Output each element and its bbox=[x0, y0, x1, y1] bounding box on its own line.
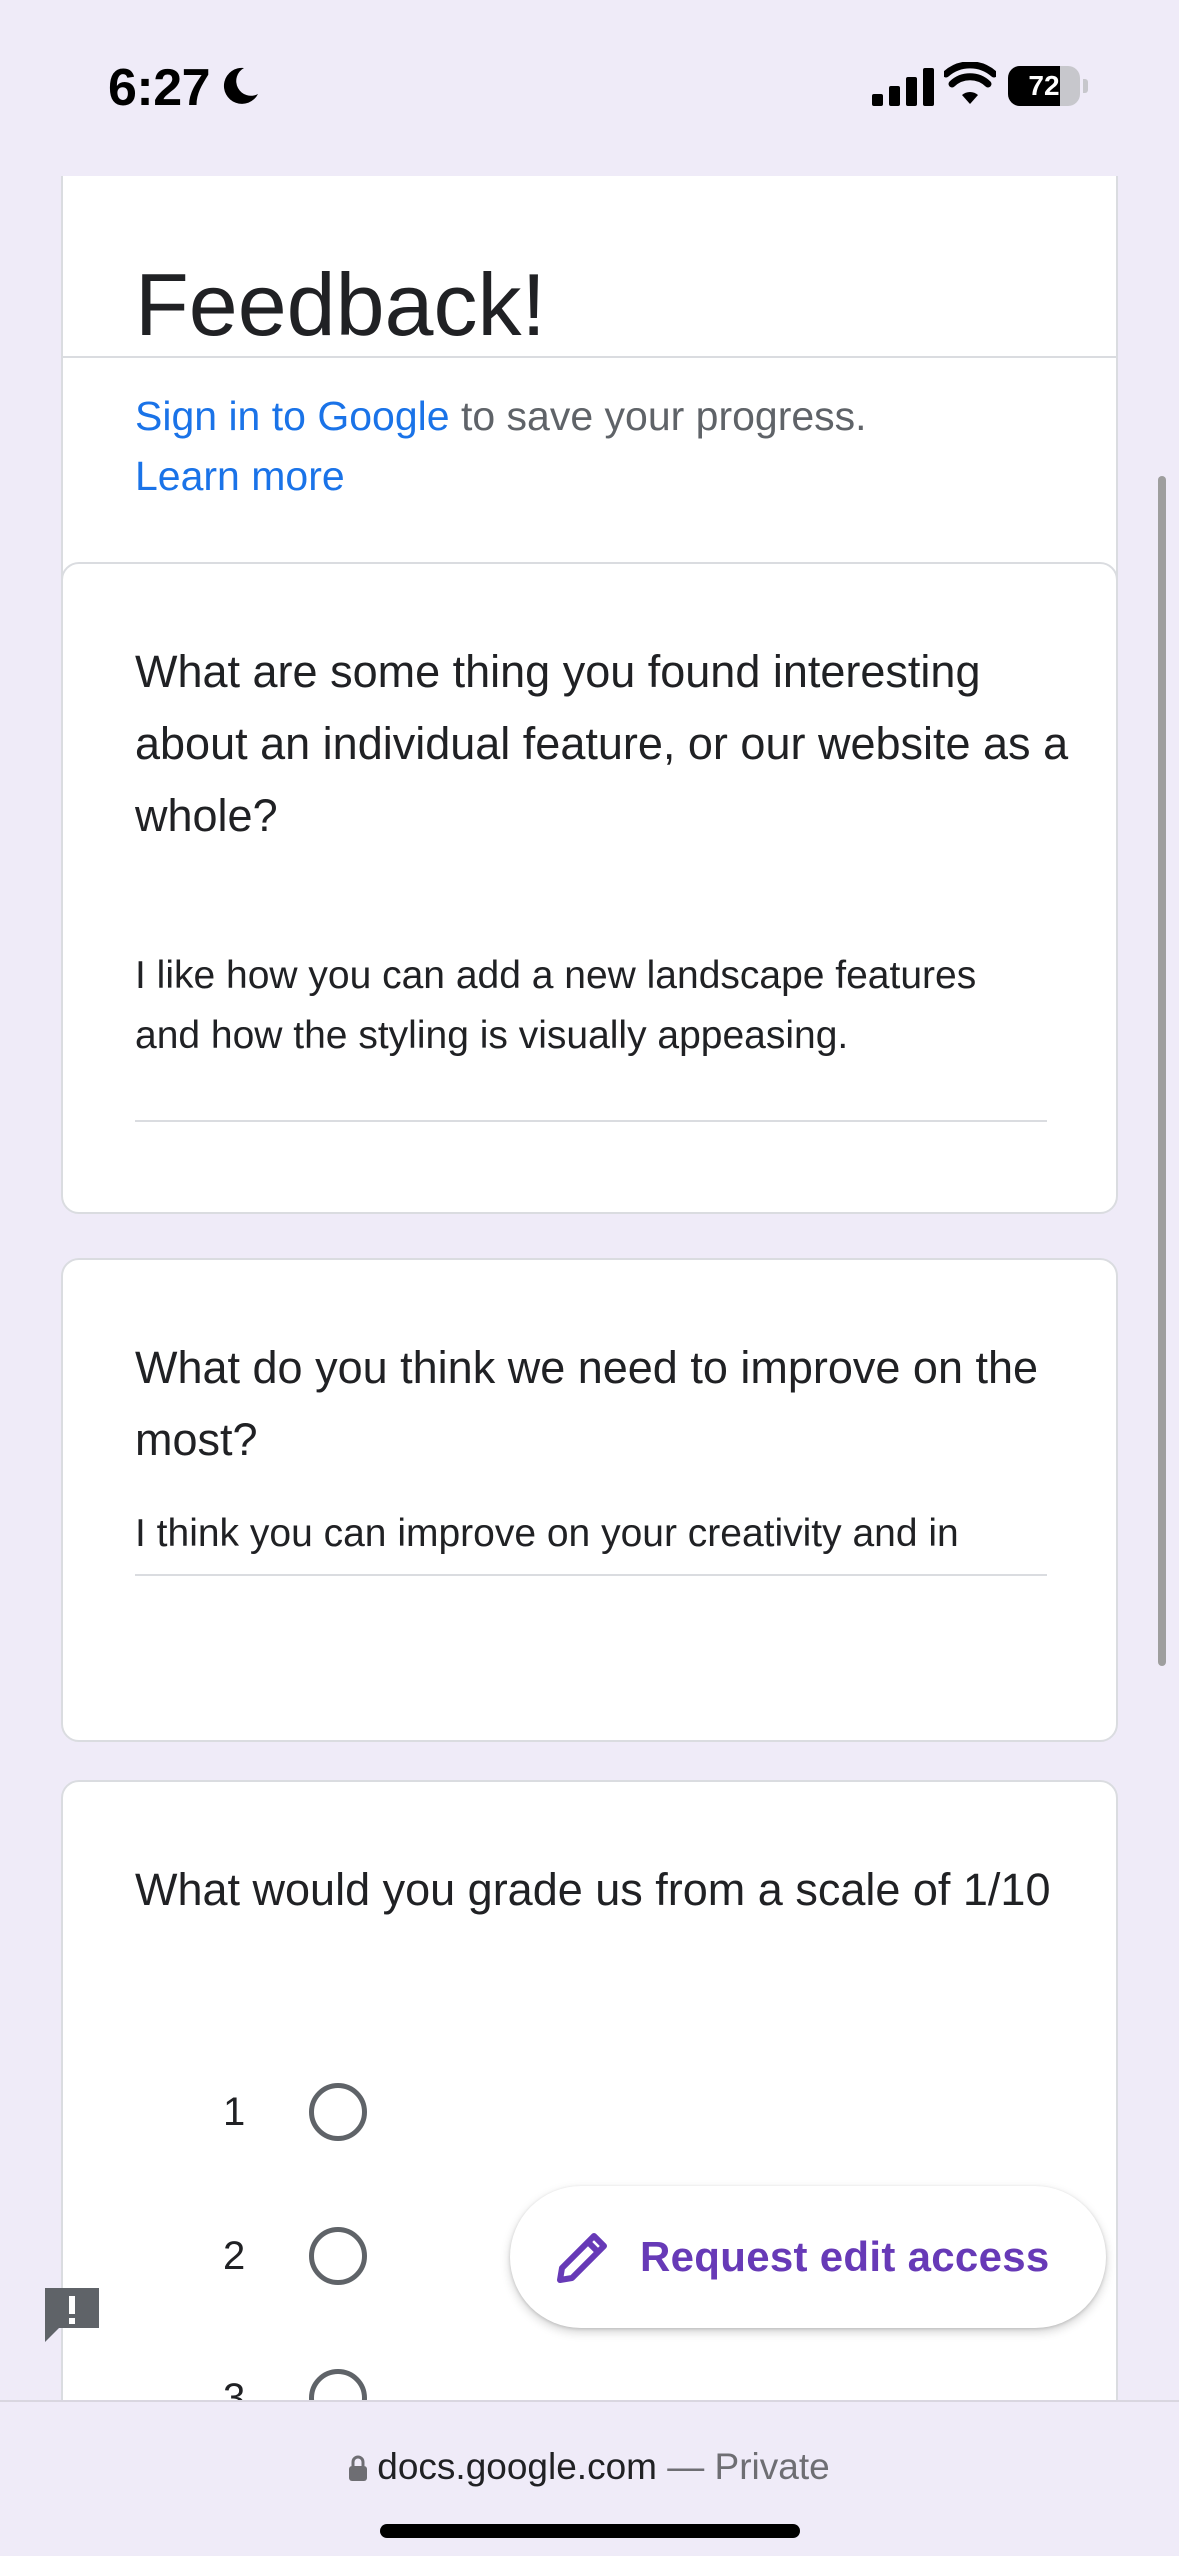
report-problem-icon[interactable] bbox=[41, 2284, 103, 2344]
radio-label: 1 bbox=[223, 2090, 246, 2134]
radio-button[interactable] bbox=[309, 2083, 367, 2141]
battery-icon: 72 bbox=[1008, 66, 1088, 106]
divider bbox=[63, 356, 1116, 358]
radio-label: 2 bbox=[223, 2234, 246, 2278]
answer-underline bbox=[135, 1120, 1047, 1122]
browser-bottom-bar: docs.google.com — Private bbox=[0, 2400, 1179, 2556]
pencil-icon bbox=[557, 2233, 607, 2283]
status-bar: 6:27 72 bbox=[0, 0, 1179, 176]
sign-in-link[interactable]: Sign in to Google bbox=[135, 393, 450, 439]
request-edit-access-label: Request edit access bbox=[640, 2233, 1050, 2280]
screen: 6:27 72 Feedback! Sign in to Google to s… bbox=[0, 0, 1179, 2556]
wifi-icon bbox=[944, 62, 996, 104]
scrollbar[interactable] bbox=[1158, 476, 1166, 1666]
form-content[interactable]: Feedback! Sign in to Google to save your… bbox=[0, 176, 1179, 2400]
question-title: What would you grade us from a scale of … bbox=[135, 1864, 1051, 1915]
answer-textarea[interactable]: I like how you can add a new landscape f… bbox=[135, 946, 1047, 1066]
radio-button[interactable] bbox=[309, 2227, 367, 2285]
private-label: — Private bbox=[657, 2446, 830, 2487]
answer-underline bbox=[135, 1574, 1047, 1576]
question-card-improve: What do you think we need to improve on … bbox=[61, 1258, 1118, 1742]
learn-more-link[interactable]: Learn more bbox=[135, 453, 345, 499]
home-indicator[interactable] bbox=[380, 2524, 800, 2538]
signin-text: to save your progress. bbox=[449, 393, 867, 439]
signin-message: Sign in to Google to save your progress.… bbox=[135, 386, 867, 506]
question-title: What do you think we need to improve on … bbox=[135, 1342, 1039, 1465]
radio-label: 3 bbox=[223, 2376, 246, 2400]
radio-option-1[interactable]: 1 bbox=[63, 2072, 663, 2152]
battery-percent: 72 bbox=[1028, 70, 1060, 101]
lock-icon bbox=[349, 2455, 368, 2481]
cellular-signal-icon bbox=[872, 68, 934, 106]
radio-button[interactable] bbox=[309, 2369, 367, 2400]
question-card-interesting: What are some thing you found interestin… bbox=[61, 562, 1118, 1214]
request-edit-access-button[interactable]: Request edit access bbox=[510, 2186, 1106, 2328]
form-title: Feedback! bbox=[135, 255, 546, 354]
radio-option-3[interactable]: 3 bbox=[63, 2358, 663, 2400]
moon-icon bbox=[223, 67, 258, 104]
url-domain: docs.google.com bbox=[377, 2446, 657, 2487]
status-time: 6:27 bbox=[108, 59, 211, 117]
question-title: What are some thing you found interestin… bbox=[135, 646, 1069, 841]
address-bar[interactable]: docs.google.com — Private bbox=[0, 2442, 1179, 2492]
answer-input[interactable]: I think you can improve on your creativi… bbox=[135, 1504, 1047, 1564]
